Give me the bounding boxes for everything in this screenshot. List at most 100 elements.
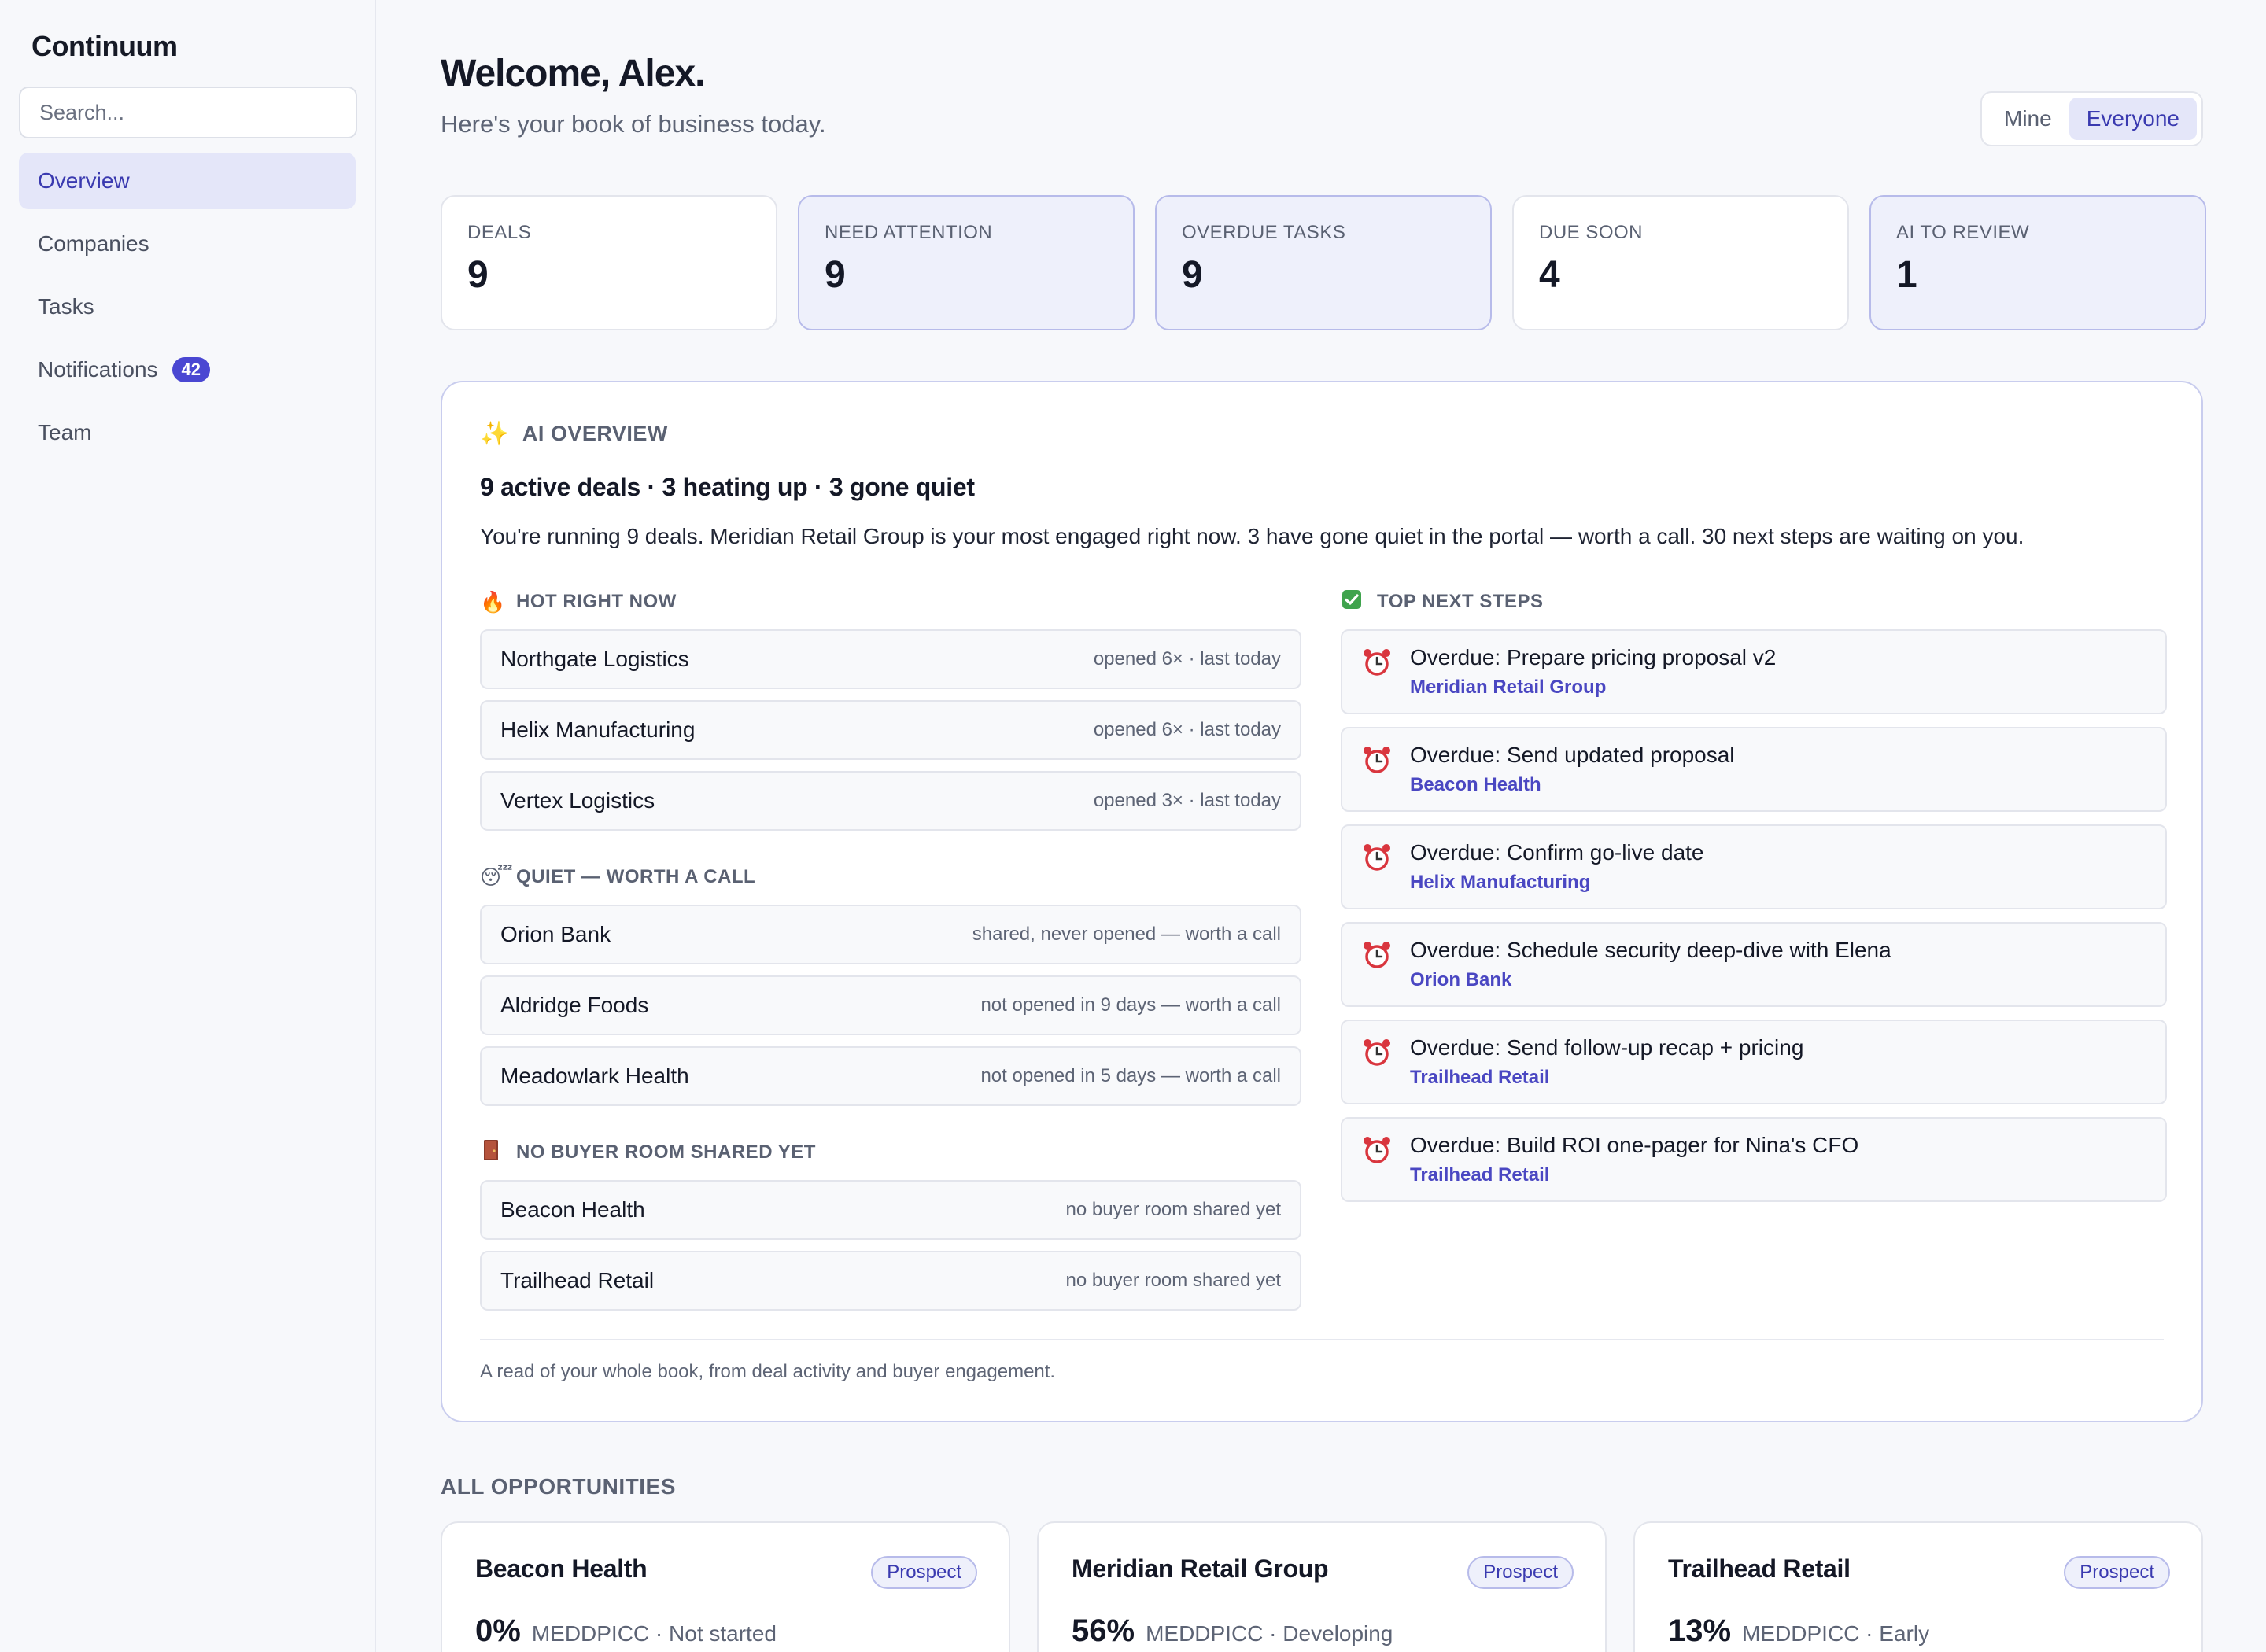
next-step-text: Overdue: Send follow-up recap + pricing … <box>1410 1035 1803 1089</box>
next-step-title: Overdue: Schedule security deep-dive wit… <box>1410 938 1891 962</box>
page-title: Welcome, Alex. <box>441 53 705 94</box>
next-step-text: Overdue: Schedule security deep-dive wit… <box>1410 938 1891 991</box>
stat-value: 4 <box>1539 254 1560 296</box>
stage-badge: Prospect <box>2064 1556 2170 1589</box>
sleeping-face-icon: 😴 <box>480 865 514 889</box>
ai-overview-footnote: A read of your whole book, from deal act… <box>480 1361 1056 1382</box>
page-subtitle: Here's your book of business today. <box>441 110 826 138</box>
meddpicc-percent: 13% <box>1668 1613 1732 1648</box>
sidebar-item-tasks[interactable]: Tasks <box>19 278 356 335</box>
engagement-meta: not opened in 5 days — worth a call <box>980 1065 1281 1086</box>
engagement-meta: opened 3× · last today <box>1093 790 1281 811</box>
sparkles-icon: ✨ <box>480 421 510 447</box>
company-name: Orion Bank <box>500 922 611 946</box>
section-heading: QUIET — WORTH A CALL <box>516 866 756 887</box>
ai-overview-summary: You're running 9 deals. Meridian Retail … <box>480 524 2024 548</box>
next-step-company-link[interactable]: Helix Manufacturing <box>1410 872 1704 894</box>
next-step-title: Overdue: Send follow-up recap + pricing <box>1410 1035 1804 1060</box>
meddpicc-status: MEDDPICC · Not started <box>531 1621 777 1646</box>
search-input[interactable] <box>19 87 357 138</box>
stat-value: 9 <box>467 254 489 296</box>
next-step-company-link[interactable]: Beacon Health <box>1410 774 1735 796</box>
next-step-item[interactable]: Overdue: Confirm go-live date Helix Manu… <box>1341 824 2167 909</box>
hot-row[interactable]: Northgate Logistics opened 6× · last tod… <box>480 629 1301 689</box>
sidebar: Continuum Overview Companies Tasks Notif… <box>0 0 376 1652</box>
opportunity-card[interactable]: Beacon Health Prospect 0% MEDDPICC · Not… <box>441 1521 1010 1652</box>
alarm-clock-icon <box>1364 942 1390 968</box>
next-step-item[interactable]: Overdue: Schedule security deep-dive wit… <box>1341 922 2167 1007</box>
company-name: Aldridge Foods <box>500 993 649 1017</box>
stat-label: DEALS <box>467 222 532 243</box>
opportunity-card[interactable]: Meridian Retail Group Prospect 56% MEDDP… <box>1037 1521 1607 1652</box>
next-step-item[interactable]: Overdue: Send updated proposal Beacon He… <box>1341 727 2167 812</box>
meddpicc-status: MEDDPICC · Early <box>1742 1621 1930 1646</box>
toggle-everyone[interactable]: Everyone <box>2069 98 2197 140</box>
next-step-text: Overdue: Send updated proposal Beacon He… <box>1410 743 1735 796</box>
stat-need-attention[interactable]: NEED ATTENTION 9 <box>798 195 1135 330</box>
next-step-title: Overdue: Prepare pricing proposal v2 <box>1410 645 1777 669</box>
next-step-item[interactable]: Overdue: Prepare pricing proposal v2 Mer… <box>1341 629 2167 714</box>
stat-due-soon[interactable]: DUE SOON 4 <box>1512 195 1849 330</box>
stat-ai-to-review[interactable]: AI TO REVIEW 1 <box>1869 195 2206 330</box>
next-step-title: Overdue: Send updated proposal <box>1410 743 1735 767</box>
quiet-section-header: 😴 QUIET — WORTH A CALL <box>480 861 1301 894</box>
stat-label: NEED ATTENTION <box>825 222 993 243</box>
stage-badge: Prospect <box>1467 1556 1574 1589</box>
engagement-meta: opened 6× · last today <box>1093 719 1281 740</box>
hot-section: 🔥 HOT RIGHT NOW Northgate Logistics open… <box>480 585 1301 831</box>
opportunity-card[interactable]: Trailhead Retail Prospect 13% MEDDPICC ·… <box>1633 1521 2203 1652</box>
stat-label: OVERDUE TASKS <box>1182 222 1346 243</box>
meddpicc-status: MEDDPICC · Developing <box>1146 1621 1393 1646</box>
next-step-company-link[interactable]: Trailhead Retail <box>1410 1164 1858 1186</box>
quiet-row[interactable]: Aldridge Foods not opened in 9 days — wo… <box>480 975 1301 1035</box>
next-step-company-link[interactable]: Trailhead Retail <box>1410 1067 1803 1089</box>
ai-overview-heading: AI OVERVIEW <box>522 422 668 445</box>
stage-badge: Prospect <box>871 1556 977 1589</box>
alarm-clock-icon <box>1364 649 1390 676</box>
quiet-row[interactable]: Orion Bank shared, never opened — worth … <box>480 905 1301 964</box>
toggle-mine[interactable]: Mine <box>1987 98 2069 140</box>
stats-row: DEALS 9 NEED ATTENTION 9 OVERDUE TASKS 9… <box>441 195 2206 330</box>
next-step-text: Overdue: Confirm go-live date Helix Manu… <box>1410 840 1704 894</box>
scope-toggle: Mine Everyone <box>1980 91 2203 146</box>
stat-label: DUE SOON <box>1539 222 1644 243</box>
company-name: Helix Manufacturing <box>500 717 696 742</box>
sidebar-item-notifications[interactable]: Notifications 42 <box>19 341 356 398</box>
next-step-company-link[interactable]: Meridian Retail Group <box>1410 677 1776 699</box>
next-step-item[interactable]: Overdue: Build ROI one-pager for Nina's … <box>1341 1117 2167 1202</box>
no-room-row[interactable]: Beacon Health no buyer room shared yet <box>480 1180 1301 1240</box>
ai-overview-title: 9 active deals · 3 heating up · 3 gone q… <box>480 473 975 501</box>
alarm-clock-icon <box>1364 844 1390 871</box>
next-step-title: Overdue: Confirm go-live date <box>1410 840 1704 865</box>
ai-overview-header: ✨ AI OVERVIEW <box>480 420 2164 448</box>
next-step-company-link[interactable]: Orion Bank <box>1410 969 1891 991</box>
quiet-section: 😴 QUIET — WORTH A CALL Orion Bank shared… <box>480 861 1301 1106</box>
sidebar-item-companies[interactable]: Companies <box>19 216 356 272</box>
hot-row[interactable]: Vertex Logistics opened 3× · last today <box>480 771 1301 831</box>
opportunity-score: 13% MEDDPICC · Early <box>1668 1613 2168 1649</box>
ai-overview-card: ✨ AI OVERVIEW 9 active deals · 3 heating… <box>441 381 2203 1422</box>
sidebar-item-team[interactable]: Team <box>19 404 356 461</box>
opportunity-score: 56% MEDDPICC · Developing <box>1072 1613 1572 1649</box>
next-step-text: Overdue: Prepare pricing proposal v2 Mer… <box>1410 645 1776 699</box>
engagement-meta: not opened in 9 days — worth a call <box>980 994 1281 1016</box>
stat-overdue-tasks[interactable]: OVERDUE TASKS 9 <box>1155 195 1492 330</box>
sidebar-item-label: Companies <box>38 231 149 256</box>
sidebar-item-label: Overview <box>38 168 130 193</box>
sidebar-item-overview[interactable]: Overview <box>19 153 356 209</box>
company-name: Trailhead Retail <box>500 1268 655 1292</box>
company-name: Beacon Health <box>500 1197 645 1222</box>
quiet-row[interactable]: Meadowlark Health not opened in 5 days —… <box>480 1046 1301 1106</box>
no-buyer-room-section: NO BUYER ROOM SHARED YET Beacon Health n… <box>480 1136 1301 1311</box>
engagement-meta: no buyer room shared yet <box>1065 1270 1281 1291</box>
stat-value: 9 <box>1182 254 1203 296</box>
section-heading: TOP NEXT STEPS <box>1377 591 1544 612</box>
no-room-row[interactable]: Trailhead Retail no buyer room shared ye… <box>480 1251 1301 1311</box>
next-step-item[interactable]: Overdue: Send follow-up recap + pricing … <box>1341 1020 2167 1104</box>
engagement-meta: shared, never opened — worth a call <box>972 924 1281 945</box>
sidebar-item-label: Team <box>38 420 92 444</box>
stat-deals[interactable]: DEALS 9 <box>441 195 777 330</box>
alarm-clock-icon <box>1364 1137 1390 1163</box>
hot-row[interactable]: Helix Manufacturing opened 6× · last tod… <box>480 700 1301 760</box>
stat-value: 1 <box>1896 254 1917 296</box>
